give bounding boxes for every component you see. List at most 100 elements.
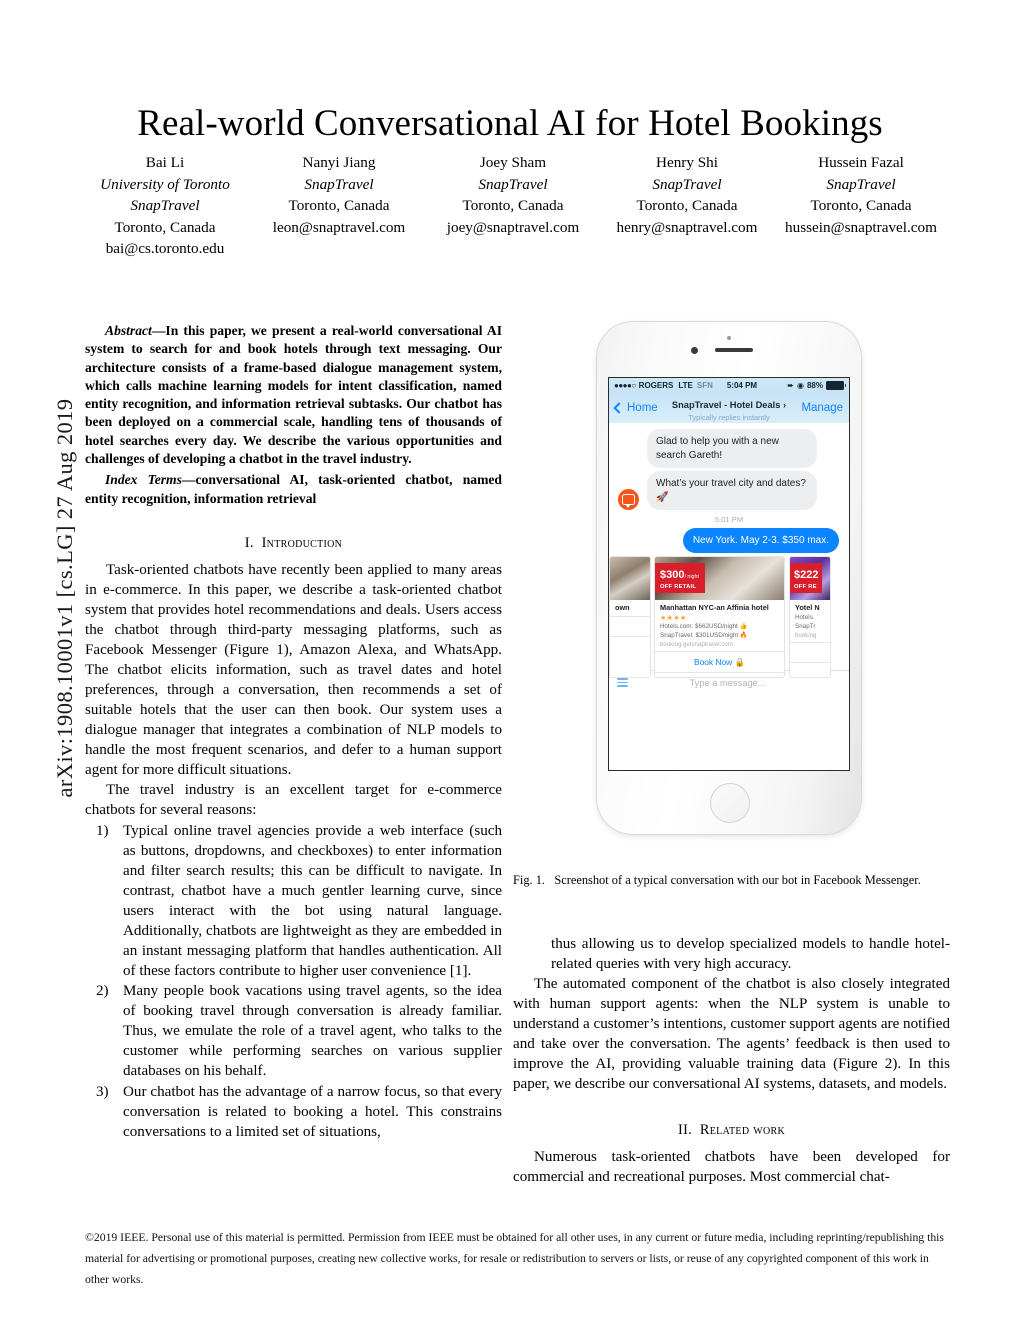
hotel-photo: $300/ night OFF RETAIL	[655, 557, 784, 600]
hotel-photo	[610, 557, 650, 600]
message-row-user: New York. May 2-3. $350 max.	[609, 528, 849, 553]
author-name: Joey Sham	[479, 154, 547, 171]
section-title: Introduction	[261, 534, 343, 551]
left-column: Abstract—In this paper, we present a rea…	[85, 322, 502, 1143]
author-block: Hussein Fazal SnapTravel Toronto, Canada…	[774, 152, 948, 238]
reason3-continuation: thus allowing us to develop specialized …	[551, 936, 950, 972]
author-block: Nanyi Jiang SnapTravel Toronto, Canada l…	[252, 152, 426, 238]
bot-message-bubble: What’s your travel city and dates? 🚀	[647, 471, 817, 510]
list-item: Typical online travel agencies provide a…	[96, 822, 502, 979]
battery-percent-label: 88%	[806, 381, 823, 390]
arxiv-stamp: arXiv:1908.10001v1 [cs.LG] 27 Aug 2019	[52, 398, 77, 798]
manage-button[interactable]: Manage	[801, 402, 843, 414]
index-terms-label: Index Terms	[105, 472, 182, 488]
abstract-text: In this paper, we present a real-world c…	[85, 323, 502, 466]
abstract-label: Abstract	[105, 323, 152, 338]
index-terms-paragraph: Index Terms—conversational AI, task-orie…	[85, 471, 502, 508]
hotel-card[interactable]: $300/ night OFF RETAIL Manhattan NYC-an …	[654, 556, 785, 678]
right-column-continued: thus allowing us to develop specialized …	[513, 935, 950, 1188]
intro-paragraph-2: The travel industry is an excellent targ…	[85, 781, 502, 818]
home-button[interactable]	[710, 783, 750, 823]
hotel-card-action[interactable]	[790, 662, 830, 677]
conversation-title: SnapTravel - Hotel Deals ›	[672, 400, 786, 410]
abstract-paragraph: Abstract—In this paper, we present a rea…	[85, 322, 502, 468]
author-email: joey@snaptravel.com	[446, 218, 580, 236]
messenger-nav-bar: Home SnapTravel - Hotel Deals › Typicall…	[609, 393, 849, 423]
chevron-right-icon: ›	[783, 399, 787, 410]
back-button-label: Home	[627, 402, 658, 414]
author-block: Joey Sham SnapTravel Toronto, Canada joe…	[426, 152, 600, 238]
carrier-label: ROGERS	[638, 381, 674, 390]
hotel-card-body: own	[610, 600, 650, 616]
deal-off-retail-label: OFF RE	[794, 583, 817, 590]
author-location: Toronto, Canada	[810, 197, 912, 215]
section-heading-introduction: I. Introduction	[85, 535, 502, 552]
author-location: Toronto, Canada	[114, 218, 216, 236]
list-item: Our chatbot has the advantage of a narro…	[96, 1083, 502, 1141]
hotel-card-partial-left[interactable]: own	[609, 556, 651, 678]
hotel-card-action[interactable]	[790, 642, 830, 662]
clock-label: 5:04 PM	[726, 381, 758, 390]
bot-avatar-icon	[618, 489, 639, 510]
competitor-price-line: Hotels.com: $662USD/night 👍	[660, 622, 748, 630]
hotel-card-action[interactable]	[610, 635, 650, 656]
hotel-card-partial-right[interactable]: $222 OFF RE Yotel N Hotels. SnapTr booki…	[789, 556, 831, 678]
figure-1-phone-screenshot: ●●●●○ ROGERS LTE SFN 5:04 PM ➨ ◉ 88% Hom…	[585, 322, 875, 852]
hotel-name: Manhattan NYC-an Affinia hotel	[660, 603, 769, 612]
section-number: II.	[677, 1121, 693, 1138]
figure-label: Fig. 1.	[513, 873, 546, 887]
abstract-dash: —	[151, 323, 166, 338]
deal-badge: $300/ night OFF RETAIL	[655, 563, 705, 593]
battery-icon	[826, 381, 846, 390]
author-name: Hussein Fazal	[818, 154, 904, 171]
author-email: hussein@snaptravel.com	[785, 218, 937, 236]
phone-screen: ●●●●○ ROGERS LTE SFN 5:04 PM ➨ ◉ 88% Hom…	[608, 377, 850, 771]
ios-status-bar: ●●●●○ ROGERS LTE SFN 5:04 PM ➨ ◉ 88%	[609, 378, 849, 393]
network-type-label: LTE	[678, 381, 693, 390]
hotel-card-body: Yotel N Hotels. SnapTr booking	[790, 600, 830, 642]
alarm-icon: ◉	[797, 381, 804, 390]
author-name: Henry Shi	[655, 154, 718, 171]
intro-paragraph-3: The automated component of the chatbot i…	[513, 975, 950, 1092]
related-work-paragraph-1: Numerous task-oriented chatbots have bee…	[513, 1148, 950, 1185]
message-timestamp: 5:01 PM	[714, 515, 744, 524]
booking-url: booking.getsnaptravel.com	[660, 641, 733, 649]
competitor-price-line: Hotels.	[795, 613, 815, 621]
hamburger-menu-icon[interactable]	[617, 676, 628, 689]
section-number: I.	[244, 534, 254, 551]
snaptravel-price-line: SnapTravel: $301USD/night 🔥	[660, 631, 748, 639]
author-affiliation: SnapTravel	[304, 175, 374, 193]
author-name: Nanyi Jiang	[302, 154, 376, 171]
section-title: Related work	[699, 1121, 785, 1138]
deal-price-unit: / night	[684, 574, 699, 580]
author-name: Bai Li	[145, 154, 185, 171]
copyright-footer: ©2019 IEEE. Personal use of this materia…	[85, 1231, 944, 1286]
conversation-title-text: SnapTravel - Hotel Deals	[671, 399, 781, 410]
hotel-card-carousel[interactable]: own $300/ night OFF RETAIL Manhattan NYC…	[609, 556, 849, 678]
author-block: Henry Shi SnapTravel Toronto, Canada hen…	[600, 152, 774, 238]
paper-page: arXiv:1908.10001v1 [cs.LG] 27 Aug 2019 R…	[0, 0, 1020, 1320]
location-arrow-icon: ➨	[787, 381, 794, 390]
section-heading-related-work: II. Related work	[513, 1122, 950, 1139]
deal-price: $300	[660, 569, 685, 581]
book-now-button[interactable]: Book Now 🔒	[655, 651, 784, 672]
phone-speaker-grille	[715, 348, 753, 352]
author-affiliation: SnapTravel	[826, 175, 896, 193]
hotel-card-action[interactable]	[610, 615, 650, 636]
author-affiliation: University of Toronto	[100, 175, 230, 193]
author-affiliation: SnapTravel	[652, 175, 722, 193]
back-to-home-button[interactable]: Home	[613, 402, 658, 414]
message-input[interactable]: Type a message...	[628, 678, 827, 688]
snaptravel-price-line: SnapTr	[795, 622, 816, 630]
deal-off-retail-label: OFF RETAIL	[660, 583, 697, 590]
author-email: leon@snaptravel.com	[272, 218, 406, 236]
phone-sensor-icon	[727, 336, 731, 340]
hotel-photo: $222 OFF RE	[790, 557, 830, 600]
figure-caption: Fig. 1. Screenshot of a typical conversa…	[513, 872, 950, 888]
chat-bubble-icon	[622, 494, 635, 508]
deal-badge: $222 OFF RE	[790, 563, 823, 593]
share-button[interactable]: Share	[655, 672, 784, 677]
author-block: Bai Li University of Toronto SnapTravel …	[78, 152, 252, 260]
signal-strength-icon: ●●●●○	[614, 381, 636, 390]
conversation-thread: Glad to help you with a new search Garet…	[609, 423, 849, 678]
